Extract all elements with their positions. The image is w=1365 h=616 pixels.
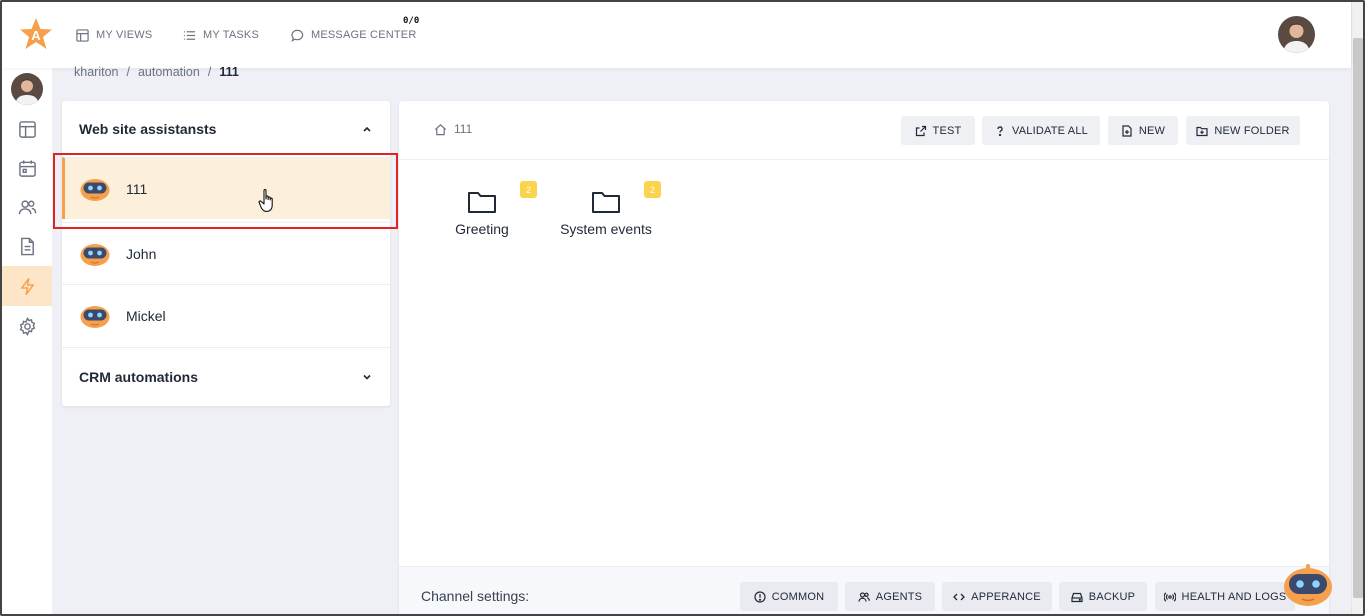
message-icon — [291, 29, 304, 42]
appearance-button[interactable]: APPERANCE — [942, 582, 1052, 611]
health-and-logs-button-label: HEALTH AND LOGS — [1181, 590, 1287, 603]
folder-name: Greeting — [455, 221, 509, 237]
breadcrumb: khariton / automation / 111 — [74, 65, 239, 79]
channel-settings-label: Channel settings: — [421, 588, 530, 604]
assistant-name: 111 — [126, 180, 148, 197]
nav-message-center[interactable]: MESSAGE CENTER — [291, 26, 417, 44]
top-bar: A MY VIEWS MY TASKS MESSAGE CENTER 0/0 — [2, 2, 1351, 68]
assistants-panel: Web site assistansts 111 John Mickel CRM… — [62, 101, 390, 406]
user-avatar[interactable] — [1278, 16, 1315, 53]
agents-button-label: AGENTS — [875, 590, 923, 603]
robot-avatar-icon — [80, 305, 110, 328]
main-panel: 111 TEST VALIDATE ALL NEW NEW FOLDER Gre… — [399, 101, 1329, 614]
rail-user-avatar[interactable] — [11, 73, 43, 105]
folder-system-events[interactable]: System events 2 — [559, 181, 661, 237]
folder-count-badge: 2 — [520, 181, 537, 198]
robot-avatar-icon — [80, 243, 110, 266]
nav-my-tasks-label: MY TASKS — [203, 29, 260, 41]
nav-message-center-label: MESSAGE CENTER — [311, 29, 417, 41]
code-icon — [953, 593, 966, 600]
folder-icon — [468, 192, 496, 213]
common-button[interactable]: COMMON — [740, 582, 838, 611]
common-button-label: COMMON — [771, 590, 825, 603]
assistant-row-111[interactable]: 111 — [62, 157, 390, 219]
rail-document-icon[interactable] — [14, 233, 40, 259]
section-crm-automations-title: CRM automations — [79, 368, 198, 385]
section-web-site-assistants[interactable]: Web site assistansts — [62, 101, 390, 157]
chevron-up-icon — [363, 126, 371, 132]
info-icon — [754, 590, 766, 603]
section-web-site-assistants-title: Web site assistansts — [79, 121, 217, 137]
backup-drive-icon — [1071, 592, 1083, 602]
rail-calendar-icon[interactable] — [14, 155, 40, 181]
chat-widget-robot-icon[interactable] — [1281, 562, 1335, 608]
hand-cursor-icon — [258, 189, 273, 212]
breadcrumb-automation[interactable]: automation — [138, 65, 200, 79]
tasks-icon — [183, 30, 196, 40]
breadcrumb-separator: / — [126, 65, 130, 79]
rail-dashboard-icon[interactable] — [14, 116, 40, 142]
new-button[interactable]: NEW — [1108, 116, 1178, 145]
validate-all-button-label: VALIDATE ALL — [1012, 124, 1088, 137]
assistant-row-john[interactable]: John — [62, 222, 390, 284]
folder-icon — [592, 192, 620, 213]
breadcrumb-separator: / — [207, 65, 212, 79]
backup-button[interactable]: BACKUP — [1059, 582, 1147, 611]
chevron-down-icon — [363, 374, 371, 380]
validate-all-button[interactable]: VALIDATE ALL — [982, 116, 1100, 145]
app-logo-icon[interactable]: A — [18, 16, 54, 52]
question-icon — [997, 125, 1003, 136]
new-folder-button[interactable]: NEW FOLDER — [1186, 116, 1300, 145]
breadcrumb-khariton[interactable]: khariton — [74, 65, 118, 79]
assistant-name: John — [126, 245, 157, 262]
nav-my-tasks[interactable]: MY TASKS — [183, 26, 259, 44]
assistant-row-mickel[interactable]: Mickel — [62, 284, 390, 346]
folder-path: 111 — [434, 122, 472, 136]
message-count-badge: 0/0 — [400, 15, 423, 27]
test-button[interactable]: TEST — [901, 116, 975, 145]
broadcast-icon — [1163, 591, 1176, 602]
robot-avatar-icon — [80, 178, 110, 201]
backup-button-label: BACKUP — [1088, 590, 1136, 603]
page-scrollbar-thumb[interactable] — [1353, 38, 1363, 598]
folder-name: System events — [560, 221, 652, 237]
external-link-icon — [915, 125, 926, 136]
new-folder-button-label: NEW FOLDER — [1214, 124, 1290, 137]
test-button-label: TEST — [932, 124, 962, 137]
header-divider — [399, 159, 1329, 160]
nav-my-views[interactable]: MY VIEWS — [76, 26, 152, 44]
appearance-button-label: APPERANCE — [971, 590, 1041, 603]
home-icon[interactable] — [434, 123, 447, 136]
nav-my-views-label: MY VIEWS — [96, 29, 153, 41]
svg-text:A: A — [31, 28, 41, 43]
views-icon — [76, 28, 89, 42]
rail-settings-gear-icon[interactable] — [14, 313, 40, 339]
health-and-logs-button[interactable]: HEALTH AND LOGS — [1155, 582, 1295, 611]
agents-icon — [858, 591, 870, 602]
assistant-name: Mickel — [126, 307, 166, 324]
agents-button[interactable]: AGENTS — [845, 582, 935, 611]
new-folder-icon — [1196, 126, 1208, 136]
left-rail — [2, 68, 52, 614]
breadcrumb-current: 111 — [219, 65, 239, 79]
new-file-icon — [1122, 124, 1132, 137]
folder-path-label: 111 — [454, 122, 473, 136]
section-crm-automations[interactable]: CRM automations — [62, 347, 390, 405]
rail-users-icon[interactable] — [14, 194, 40, 220]
folder-count-badge: 2 — [644, 181, 661, 198]
app-window: A MY VIEWS MY TASKS MESSAGE CENTER 0/0 k… — [0, 0, 1365, 616]
rail-automation-bolt-icon[interactable] — [14, 273, 40, 299]
new-button-label: NEW — [1138, 124, 1166, 137]
folder-greeting[interactable]: Greeting 2 — [449, 181, 537, 237]
